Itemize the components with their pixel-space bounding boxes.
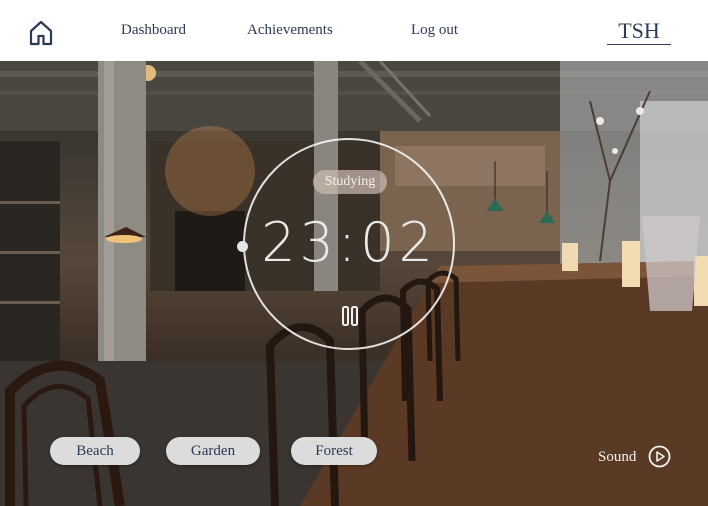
nav-logout-link[interactable]: Log out xyxy=(411,22,458,39)
scene-forest-button[interactable]: Forest xyxy=(291,437,377,465)
brand-logo: TSH xyxy=(607,17,671,45)
top-navbar: Dashboard Achievements Log out TSH xyxy=(0,0,708,61)
nav-dashboard-link[interactable]: Dashboard xyxy=(121,22,186,39)
sound-label: Sound xyxy=(598,449,637,465)
home-icon[interactable] xyxy=(29,20,53,46)
pause-icon[interactable] xyxy=(340,305,360,327)
nav-achievements-link[interactable]: Achievements xyxy=(247,22,333,39)
timer-countdown-display: 23:02 xyxy=(261,211,437,274)
scene-beach-button[interactable]: Beach xyxy=(50,437,140,465)
play-icon[interactable] xyxy=(648,445,671,468)
timer-status-badge: Studying xyxy=(313,170,387,194)
scene-garden-button[interactable]: Garden xyxy=(166,437,260,465)
